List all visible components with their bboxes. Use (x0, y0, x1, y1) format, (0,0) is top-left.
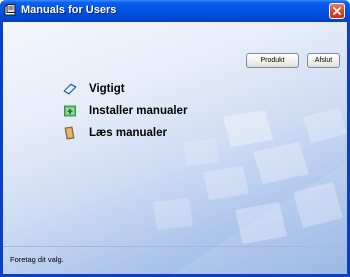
status-bar: Foretag dit valg. (3, 246, 347, 274)
menu-item-label: Vigtigt (89, 83, 125, 95)
menu-item-label: Læs manualer (89, 127, 167, 139)
status-text: Foretag dit valg. (10, 255, 64, 264)
menu-item-important[interactable]: Vigtigt (63, 80, 125, 98)
menu-item-install-manuals[interactable]: Installer manualer (63, 102, 187, 120)
app-window: Manuals for Users Produkt Afslut Vigtigt… (0, 0, 350, 277)
title-bar[interactable]: Manuals for Users (0, 0, 350, 22)
important-book-icon (63, 83, 77, 95)
close-icon (333, 7, 341, 15)
app-icon (4, 4, 16, 16)
client-area: Produkt Afslut Vigtigt Installer manuale… (3, 22, 347, 274)
close-button[interactable] (329, 3, 345, 19)
product-button[interactable]: Produkt (246, 53, 299, 68)
menu-item-read-manuals[interactable]: Læs manualer (63, 124, 167, 142)
read-manuals-icon (64, 126, 75, 140)
install-manuals-icon (64, 105, 76, 117)
menu-item-label: Installer manualer (89, 105, 188, 117)
exit-button[interactable]: Afslut (307, 53, 340, 68)
window-title: Manuals for Users (21, 4, 117, 16)
